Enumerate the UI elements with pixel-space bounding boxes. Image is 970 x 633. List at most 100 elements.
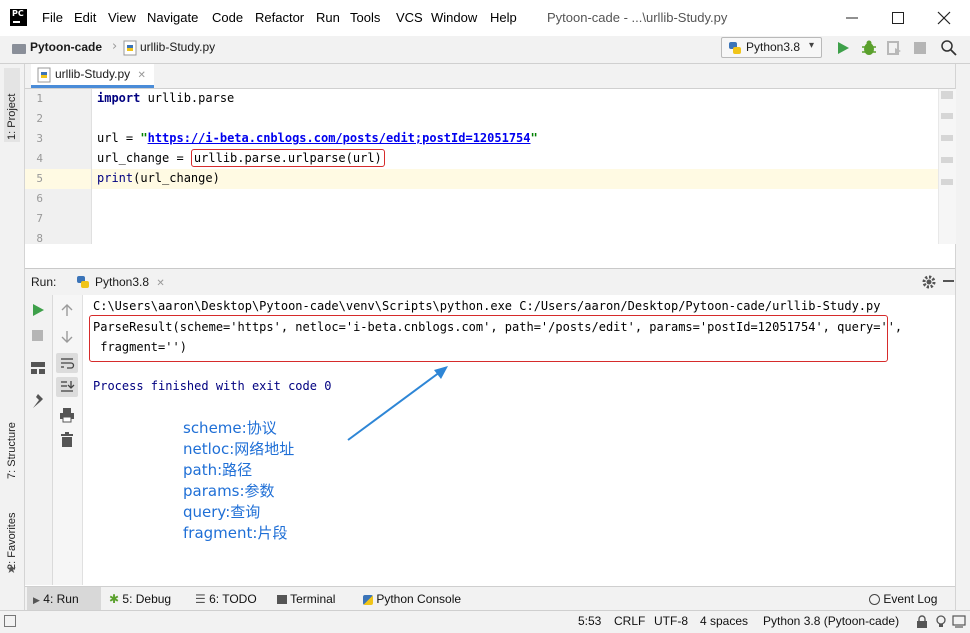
python-logo-icon — [75, 274, 91, 290]
note-scheme: scheme:协议 — [183, 419, 277, 437]
pin-tab-button[interactable] — [31, 393, 45, 409]
print-button[interactable] — [59, 407, 75, 423]
lock-icon[interactable] — [916, 615, 928, 629]
tab-close-icon[interactable]: ✕ — [137, 70, 145, 81]
scroll-marker — [941, 91, 953, 99]
status-caret-position[interactable]: 5:53 — [578, 614, 601, 628]
minimize-icon — [846, 17, 858, 19]
line-number: 4 — [36, 152, 43, 165]
minimize-button[interactable] — [840, 6, 864, 30]
event-log-icon — [869, 594, 880, 606]
terminal-icon — [277, 595, 287, 605]
run-configuration-label: Python3.8 — [746, 40, 801, 54]
python-file-icon — [123, 40, 137, 56]
favorites-tool-button[interactable]: 2: Favorites — [6, 500, 18, 570]
status-interpreter[interactable]: Python 3.8 (Pytoon-cade) — [763, 614, 899, 628]
toggle-tool-windows-icon[interactable] — [4, 615, 16, 627]
layout-icon — [31, 362, 45, 374]
scroll-to-end-icon — [61, 381, 75, 392]
scroll-marker — [941, 113, 953, 119]
close-icon — [937, 11, 951, 25]
line-number: 7 — [36, 212, 43, 225]
menu-edit[interactable]: Edit — [74, 10, 96, 25]
code-line-3: url = "https://i-beta.cnblogs.com/posts/… — [97, 131, 538, 145]
menu-navigate[interactable]: Navigate — [147, 10, 198, 25]
right-tool-strip — [955, 64, 970, 610]
folder-icon — [12, 44, 26, 54]
line-number: 2 — [36, 112, 43, 125]
structure-tool-button[interactable]: 7: Structure — [6, 399, 18, 479]
breadcrumb-project[interactable]: Pytoon-cade — [30, 40, 102, 54]
note-netloc: netloc:网络地址 — [183, 440, 295, 458]
title-bar: PC File Edit View Navigate Code Refactor… — [0, 0, 970, 37]
run-toolbar-primary — [25, 295, 53, 585]
tool-button-terminal[interactable]: Terminal — [271, 587, 341, 611]
url-link[interactable]: https://i-beta.cnblogs.com/posts/edit;po… — [148, 131, 531, 145]
project-tool-button[interactable]: 1: Project — [4, 68, 20, 142]
stop-run-button[interactable] — [32, 330, 44, 342]
tool-button-event-log[interactable]: Event Log — [863, 587, 943, 611]
maximize-icon — [892, 12, 904, 24]
run-with-coverage-button[interactable] — [886, 40, 902, 56]
printer-icon — [60, 408, 74, 423]
stop-icon — [914, 42, 926, 54]
menu-file[interactable]: File — [42, 10, 63, 25]
arrow-up-icon — [61, 304, 73, 316]
console-command-line: C:\Users\aaron\Desktop\Pytoon-cade\venv\… — [93, 299, 881, 313]
menu-refactor[interactable]: Refactor — [255, 10, 304, 25]
python-logo-icon — [727, 40, 743, 56]
editor-tabs: urllib-Study.py ✕ — [25, 64, 955, 89]
tool-button-todo[interactable]: ☰ 6: TODO — [189, 587, 263, 611]
coverage-icon — [887, 41, 901, 55]
line-number: 1 — [36, 92, 43, 105]
close-window-button[interactable] — [932, 6, 956, 30]
rerun-button[interactable] — [31, 303, 45, 317]
debug-button[interactable] — [860, 39, 878, 57]
tool-button-run[interactable]: ▶ 4: Run — [27, 587, 101, 611]
status-indent[interactable]: 4 spaces — [700, 614, 748, 628]
console-exit-message: Process finished with exit code 0 — [93, 379, 332, 393]
scroll-down-button[interactable] — [60, 330, 74, 344]
maximize-button[interactable] — [886, 6, 910, 30]
inspector-icon[interactable] — [934, 614, 948, 628]
note-path: path:路径 — [183, 461, 253, 479]
line-number: 5 — [36, 172, 43, 185]
menu-view[interactable]: View — [108, 10, 136, 25]
scroll-up-button[interactable] — [60, 303, 74, 317]
breadcrumb-file[interactable]: urllib-Study.py — [140, 40, 215, 54]
search-everywhere-button[interactable] — [940, 39, 958, 57]
restore-layout-button[interactable] — [30, 361, 46, 375]
menu-code[interactable]: Code — [212, 10, 243, 25]
editor-scrollbar[interactable] — [938, 89, 956, 244]
hide-panel-icon[interactable] — [943, 280, 954, 282]
window-title: Pytoon-cade - ...\urllib-Study.py — [547, 10, 728, 25]
editor-tab-urllib-study[interactable]: urllib-Study.py ✕ — [31, 64, 154, 88]
python-file-icon — [37, 67, 51, 83]
clear-all-button[interactable] — [60, 432, 74, 448]
soft-wrap-button[interactable] — [56, 353, 78, 373]
stop-button[interactable] — [913, 41, 927, 55]
tool-button-debug[interactable]: ✱ 5: Debug — [103, 587, 177, 611]
notifications-icon[interactable] — [952, 614, 966, 628]
tab-close-icon[interactable]: ✕ — [156, 278, 164, 289]
menu-vcs[interactable]: VCS — [396, 10, 423, 25]
menu-help[interactable]: Help — [490, 10, 517, 25]
run-tab-python38[interactable]: Python3.8 ✕ — [65, 269, 175, 295]
breadcrumb-separator-icon: › — [112, 39, 118, 54]
run-configuration-selector[interactable]: Python3.8 ▾ — [721, 37, 822, 58]
run-button[interactable] — [835, 40, 851, 56]
tool-button-python-console[interactable]: Python Console — [357, 587, 467, 611]
settings-button[interactable] — [921, 274, 937, 290]
status-line-separator[interactable]: CRLF — [614, 614, 645, 628]
status-encoding[interactable]: UTF-8 — [654, 614, 688, 628]
menu-window[interactable]: Window — [431, 10, 477, 25]
arrow-down-icon — [61, 331, 73, 343]
search-icon — [941, 40, 957, 56]
menu-run[interactable]: Run — [316, 10, 340, 25]
run-toolbar-secondary — [53, 295, 83, 585]
menu-tools[interactable]: Tools — [350, 10, 380, 25]
status-bar: 5:53 CRLF UTF-8 4 spaces Python 3.8 (Pyt… — [0, 610, 970, 633]
scroll-to-end-button[interactable] — [56, 377, 78, 397]
code-line-4: url_change = urllib.parse.urlparse(url) — [97, 149, 385, 167]
scroll-marker — [941, 135, 953, 141]
